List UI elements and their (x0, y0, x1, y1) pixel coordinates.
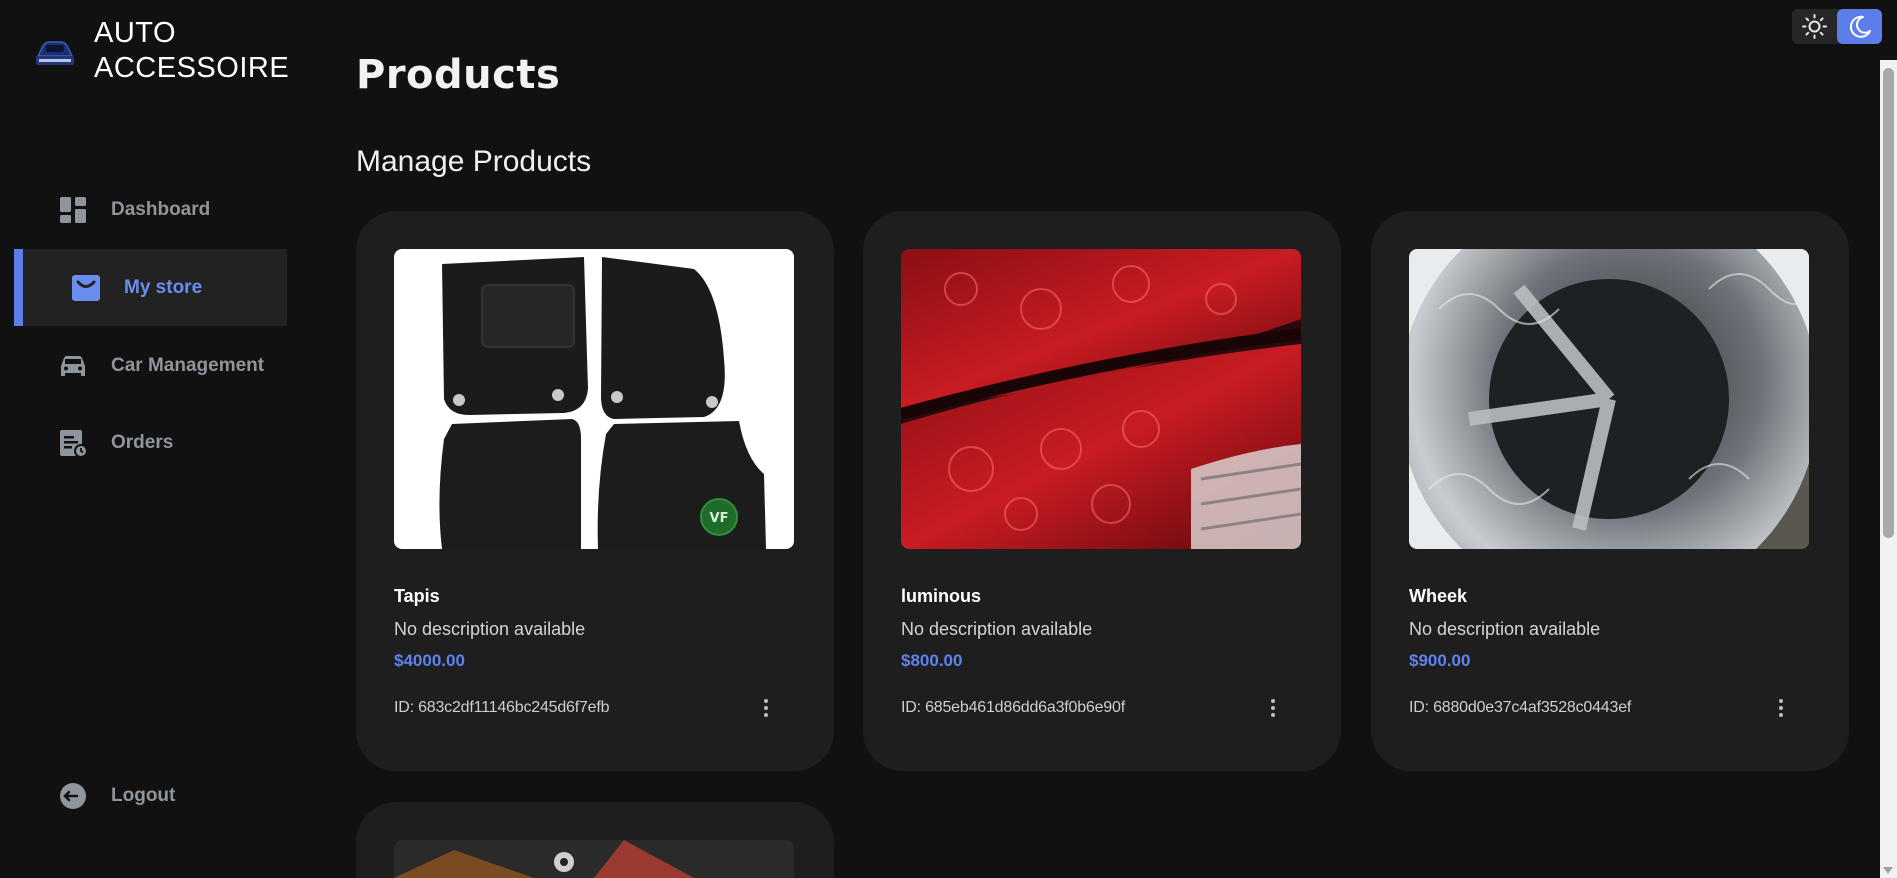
product-description: No description available (1409, 619, 1601, 639)
product-price: $800.00 (901, 651, 963, 670)
product-id: ID: 6880d0e37c4af3528c0443ef (1409, 699, 1632, 716)
more-options-icon[interactable] (1771, 695, 1791, 721)
sidebar: AUTO ACCESSOIRE Dashboard My store Car M… (0, 0, 300, 878)
page-title: Products (356, 52, 561, 98)
product-price: $900.00 (1409, 651, 1471, 670)
logout-label: Logout (111, 784, 176, 806)
product-description: No description available (901, 619, 1093, 639)
brand-name: AUTO ACCESSOIRE (94, 16, 289, 86)
product-id: ID: 685eb461d86dd6a3f0b6e90f (901, 699, 1125, 716)
sidebar-item-dashboard[interactable]: Dashboard (14, 171, 287, 248)
sidebar-item-car-management[interactable]: Car Management (14, 327, 287, 404)
product-image-floor-mats[interactable]: VF (394, 249, 794, 549)
brand-line-1: AUTO (94, 17, 177, 49)
dark-mode-button[interactable] (1837, 9, 1882, 44)
light-mode-button[interactable] (1792, 9, 1837, 44)
moon-icon (1849, 15, 1871, 38)
product-image-partial[interactable] (394, 840, 794, 878)
dashboard-icon (60, 196, 86, 223)
scroll-down-arrow-icon[interactable] (1883, 867, 1893, 874)
more-options-icon[interactable] (1263, 695, 1283, 721)
brand[interactable]: AUTO ACCESSOIRE (34, 16, 289, 86)
product-id: ID: 683c2df11146bc245d6f7efb (394, 699, 610, 716)
sidebar-item-label: Car Management (111, 354, 265, 376)
store-icon (72, 274, 100, 301)
product-description: No description available (394, 619, 586, 639)
product-card[interactable] (356, 802, 834, 878)
sidebar-item-label: Orders (111, 431, 174, 453)
product-card[interactable]: VF Tapis No description available $4000.… (356, 211, 834, 771)
theme-toggle (1792, 9, 1882, 44)
brand-line-2: ACCESSOIRE (94, 52, 290, 84)
sun-icon (1802, 14, 1827, 39)
product-card[interactable]: Wheek No description available $900.00 I… (1371, 211, 1849, 771)
product-price: $4000.00 (394, 651, 465, 670)
sidebar-item-my-store[interactable]: My store (14, 249, 287, 326)
product-name: Tapis (394, 586, 440, 606)
more-options-icon[interactable] (756, 695, 776, 721)
car-logo-icon (36, 41, 74, 65)
product-name: luminous (901, 586, 981, 606)
section-title: Manage Products (356, 145, 592, 178)
car-icon (61, 355, 85, 376)
product-name: Wheek (1409, 586, 1468, 606)
page-scrollbar[interactable] (1880, 60, 1897, 878)
product-image-tail-lights[interactable] (901, 249, 1301, 549)
logout-button[interactable]: Logout (14, 757, 287, 834)
logout-icon (60, 782, 86, 809)
app-root: AUTO ACCESSOIRE Dashboard My store Car M… (0, 0, 1897, 878)
sidebar-item-label: My store (124, 276, 203, 298)
orders-icon (60, 429, 88, 458)
scrollbar-thumb[interactable] (1883, 68, 1894, 538)
product-card[interactable]: luminous No description available $800.0… (863, 211, 1341, 771)
sidebar-item-orders[interactable]: Orders (14, 404, 287, 481)
sidebar-item-label: Dashboard (111, 198, 211, 220)
svg-text:VF: VF (710, 511, 729, 526)
product-image-chrome-wheel[interactable] (1409, 249, 1809, 549)
